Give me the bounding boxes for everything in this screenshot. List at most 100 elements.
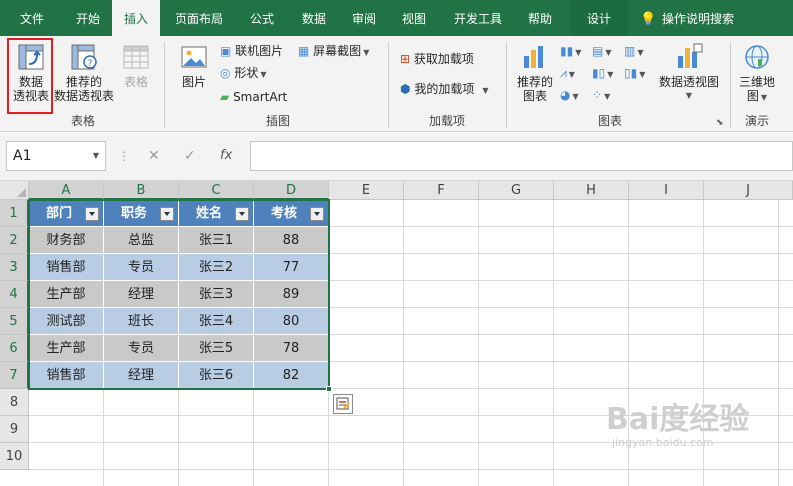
shapes-button[interactable]: ◎ 形状 ▼ (220, 64, 266, 82)
online-pictures-button[interactable]: ▣ 联机图片 (220, 42, 283, 60)
table-header-cell[interactable]: 职务 (104, 200, 179, 227)
combo-chart-button[interactable]: ▯▮ ▼ (624, 64, 645, 82)
tab-design[interactable]: 设计 (570, 0, 628, 36)
column-header-i[interactable]: I (629, 181, 704, 200)
table-button[interactable]: 表格 (114, 42, 158, 110)
chevron-down-icon: ▼ (260, 70, 267, 79)
table-cell[interactable]: 经理 (104, 362, 179, 389)
pivot-chart-button[interactable]: 数据透视图 ▼ (656, 42, 722, 110)
table-cell[interactable]: 专员 (104, 254, 179, 281)
row-header-2[interactable]: 2 (0, 227, 29, 254)
column-header-c[interactable]: C (179, 181, 254, 200)
table-cell[interactable]: 82 (254, 362, 329, 389)
column-chart-button[interactable]: ▮▮ ▼ (560, 42, 581, 60)
table-cell[interactable]: 财务部 (29, 227, 104, 254)
statistic-chart-button[interactable]: ▮▯ ▼ (592, 64, 613, 82)
tab-page-layout[interactable]: 页面布局 (164, 0, 234, 36)
tab-view[interactable]: 视图 (390, 0, 438, 36)
table-cell[interactable]: 张三3 (179, 281, 254, 308)
table-cell[interactable]: 张三6 (179, 362, 254, 389)
table-cell[interactable]: 销售部 (29, 362, 104, 389)
table-header-cell[interactable]: 姓名 (179, 200, 254, 227)
chevron-down-icon[interactable]: ▼ (93, 142, 99, 170)
table-cell[interactable]: 生产部 (29, 281, 104, 308)
column-header-b[interactable]: B (104, 181, 179, 200)
filter-dropdown-button[interactable] (85, 207, 99, 221)
smartart-button[interactable]: ▰ SmartArt (220, 88, 287, 106)
statistic-chart-icon: ▮▯ (592, 66, 606, 80)
my-addins-button[interactable]: ⬢ 我的加载项 ▼ (400, 80, 488, 98)
screenshot-button[interactable]: ▦ 屏幕截图 ▼ (298, 42, 369, 60)
row-header-6[interactable]: 6 (0, 335, 29, 362)
table-cell[interactable]: 77 (254, 254, 329, 281)
tab-insert[interactable]: 插入 (112, 0, 160, 36)
row-header-5[interactable]: 5 (0, 308, 29, 335)
gridline (553, 200, 554, 486)
highlight-box (7, 38, 53, 114)
tab-formulas[interactable]: 公式 (238, 0, 286, 36)
tab-home[interactable]: 开始 (64, 0, 112, 36)
insert-function-button[interactable]: fx (220, 141, 232, 171)
tab-file[interactable]: 文件 (0, 0, 64, 36)
table-cell[interactable]: 经理 (104, 281, 179, 308)
cancel-icon[interactable]: ✕ (148, 141, 160, 171)
column-header-g[interactable]: G (479, 181, 554, 200)
table-cell[interactable]: 78 (254, 335, 329, 362)
pie-chart-button[interactable]: ◕ ▼ (560, 86, 579, 104)
table-cell[interactable]: 班长 (104, 308, 179, 335)
scatter-chart-button[interactable]: ⁘ ▼ (592, 86, 610, 104)
row-header-8[interactable]: 8 (0, 389, 29, 416)
column-header-d[interactable]: D (254, 181, 329, 200)
get-addins-button[interactable]: ⊞ 获取加载项 (400, 50, 474, 68)
quick-analysis-button[interactable] (333, 394, 353, 414)
row-header-3[interactable]: 3 (0, 254, 29, 281)
tab-developer[interactable]: 开发工具 (444, 0, 512, 36)
more-options-icon[interactable]: ⋮ (118, 141, 130, 171)
table-header-cell[interactable]: 考核 (254, 200, 329, 227)
3d-map-button[interactable]: 三维地 图 ▼ (734, 42, 780, 110)
row-header-1[interactable]: 1 (0, 200, 29, 227)
table-cell[interactable]: 80 (254, 308, 329, 335)
tab-review[interactable]: 审阅 (340, 0, 388, 36)
filter-dropdown-button[interactable] (310, 207, 324, 221)
dialog-launcher-icon[interactable]: ⬊ (716, 114, 724, 132)
enter-icon[interactable]: ✓ (184, 141, 196, 171)
table-cell[interactable]: 专员 (104, 335, 179, 362)
select-all-button[interactable] (0, 181, 29, 200)
row-header-9[interactable]: 9 (0, 416, 29, 443)
row-header-7[interactable]: 7 (0, 362, 29, 389)
table-cell[interactable]: 张三4 (179, 308, 254, 335)
table-cell[interactable]: 测试部 (29, 308, 104, 335)
recommended-pivot-button[interactable]: ? 推荐的 数据透视表 (54, 42, 114, 110)
hierarchy-chart-button[interactable]: ▤ ▼ (592, 42, 612, 60)
column-header-e[interactable]: E (329, 181, 404, 200)
filter-dropdown-button[interactable] (235, 207, 249, 221)
table-cell[interactable]: 总监 (104, 227, 179, 254)
row-header-4[interactable]: 4 (0, 281, 29, 308)
column-header-h[interactable]: H (554, 181, 629, 200)
table-header-cell[interactable]: 部门 (29, 200, 104, 227)
column-header-j[interactable]: J (704, 181, 793, 200)
tab-data[interactable]: 数据 (290, 0, 338, 36)
recommended-charts-button[interactable]: 推荐的 图表 (514, 42, 556, 110)
formula-input[interactable] (250, 141, 793, 171)
my-addins-label: 我的加载项 (414, 82, 475, 96)
row-header-10[interactable]: 10 (0, 443, 29, 470)
waterfall-chart-button[interactable]: ▥ ▼ (624, 42, 644, 60)
table-cell[interactable]: 张三2 (179, 254, 254, 281)
table-cell[interactable]: 张三5 (179, 335, 254, 362)
fill-handle[interactable] (326, 386, 332, 392)
table-cell[interactable]: 89 (254, 281, 329, 308)
column-header-f[interactable]: F (404, 181, 479, 200)
pictures-button[interactable]: 图片 (176, 42, 212, 110)
tell-me-search[interactable]: 💡 操作说明搜索 (640, 0, 734, 36)
table-cell[interactable]: 生产部 (29, 335, 104, 362)
name-box[interactable]: A1 ▼ (6, 141, 106, 171)
table-cell[interactable]: 88 (254, 227, 329, 254)
table-cell[interactable]: 张三1 (179, 227, 254, 254)
filter-dropdown-button[interactable] (160, 207, 174, 221)
tab-help[interactable]: 帮助 (514, 0, 566, 36)
column-header-a[interactable]: A (29, 181, 104, 200)
line-chart-button[interactable]: ⩘ ▼ (560, 64, 575, 82)
table-cell[interactable]: 销售部 (29, 254, 104, 281)
